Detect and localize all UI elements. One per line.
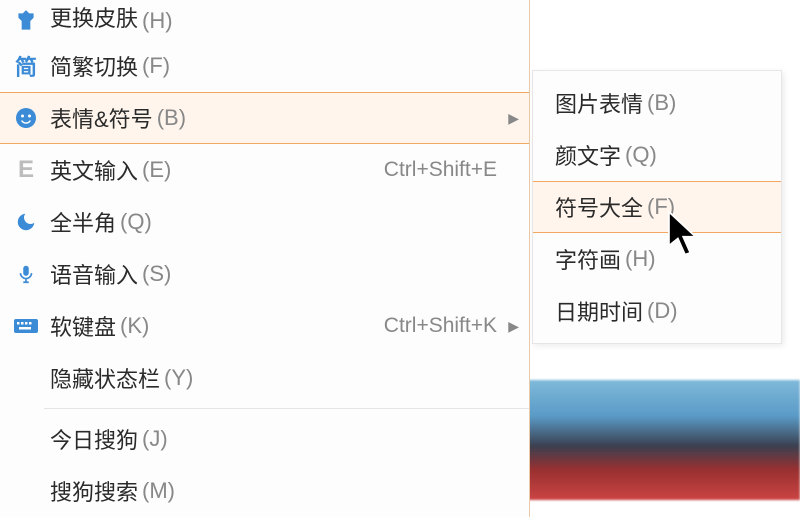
menu-item-label: 隐藏状态栏: [50, 362, 160, 394]
menu-item-key: (S): [142, 261, 171, 287]
menu-item-label: 英文输入: [50, 154, 138, 186]
mic-icon: [10, 258, 42, 290]
menu-item-label: 表情&符号: [50, 102, 153, 134]
menu-item-label: 更换皮肤: [50, 1, 138, 33]
skin-icon: [10, 5, 42, 37]
menu-item-key: (E): [142, 157, 171, 183]
menu-item-simplified-traditional[interactable]: 简 简繁切换 (F): [0, 40, 529, 92]
keyboard-icon: [10, 310, 42, 342]
menu-item-skin[interactable]: 更换皮肤 (H): [0, 2, 529, 40]
menu-item-fullwidth-halfwidth[interactable]: 全半角 (Q): [0, 196, 529, 248]
ime-context-menu: 更换皮肤 (H) 简 简繁切换 (F) 表情&符号 (B) ▶ E 英文输入 (…: [0, 0, 530, 517]
menu-item-emoji-symbols[interactable]: 表情&符号 (B) ▶: [0, 92, 529, 144]
english-icon: E: [10, 154, 42, 186]
desktop-background-fragment: [520, 380, 800, 500]
submenu-item-label: 字符画: [555, 243, 621, 275]
menu-item-label: 简繁切换: [50, 50, 138, 82]
emoji-symbols-submenu: 图片表情 (B) 颜文字 (Q) 符号大全 (F) 字符画 (H) 日期时间 (…: [532, 70, 782, 344]
submenu-arrow-icon: ▶: [508, 110, 519, 127]
menu-item-label: 语音输入: [50, 258, 138, 290]
submenu-item-key: (D): [647, 298, 678, 324]
menu-item-key: (B): [157, 105, 186, 131]
submenu-item-kaomoji[interactable]: 颜文字 (Q): [533, 129, 781, 181]
menu-item-key: (Y): [164, 365, 193, 391]
submenu-item-ascii-art[interactable]: 字符画 (H): [533, 233, 781, 285]
menu-item-hide-statusbar[interactable]: 隐藏状态栏 (Y): [0, 352, 529, 404]
submenu-item-image-emoji[interactable]: 图片表情 (B): [533, 77, 781, 129]
menu-item-key: (F): [142, 53, 170, 79]
menu-item-sogou-search[interactable]: 搜狗搜索 (M): [0, 465, 529, 517]
menu-item-soft-keyboard[interactable]: 软键盘 (K) Ctrl+Shift+K ▶: [0, 300, 529, 352]
smiley-icon: [10, 102, 42, 134]
menu-item-label: 搜狗搜索: [50, 475, 138, 507]
submenu-item-datetime[interactable]: 日期时间 (D): [533, 285, 781, 337]
menu-item-label: 今日搜狗: [50, 423, 138, 455]
blank-icon: [10, 423, 42, 455]
menu-item-key: (Q): [120, 209, 152, 235]
submenu-item-label: 图片表情: [555, 87, 643, 119]
menu-item-english-input[interactable]: E 英文输入 (E) Ctrl+Shift+E: [0, 144, 529, 196]
blank-icon: [10, 475, 42, 507]
menu-item-voice-input[interactable]: 语音输入 (S): [0, 248, 529, 300]
menu-item-shortcut: Ctrl+Shift+E: [384, 158, 497, 182]
jian-icon: 简: [10, 50, 42, 82]
moon-icon: [10, 206, 42, 238]
submenu-item-label: 颜文字: [555, 139, 621, 171]
submenu-item-key: (B): [647, 90, 676, 116]
menu-item-key: (J): [142, 426, 168, 452]
menu-separator: [44, 408, 529, 409]
menu-item-label: 全半角: [50, 206, 116, 238]
menu-item-shortcut: Ctrl+Shift+K: [384, 314, 497, 338]
menu-item-key: (M): [142, 478, 175, 504]
menu-item-today-sogou[interactable]: 今日搜狗 (J): [0, 413, 529, 465]
submenu-item-key: (F): [647, 194, 675, 220]
menu-item-key: (K): [120, 313, 149, 339]
submenu-item-key: (H): [625, 246, 656, 272]
submenu-item-key: (Q): [625, 142, 657, 168]
submenu-item-symbols[interactable]: 符号大全 (F): [533, 181, 781, 233]
blank-icon: [10, 362, 42, 394]
submenu-item-label: 符号大全: [555, 191, 643, 223]
menu-item-label: 软键盘: [50, 310, 116, 342]
submenu-item-label: 日期时间: [555, 295, 643, 327]
menu-item-key: (H): [142, 8, 173, 34]
submenu-arrow-icon: ▶: [508, 318, 519, 335]
